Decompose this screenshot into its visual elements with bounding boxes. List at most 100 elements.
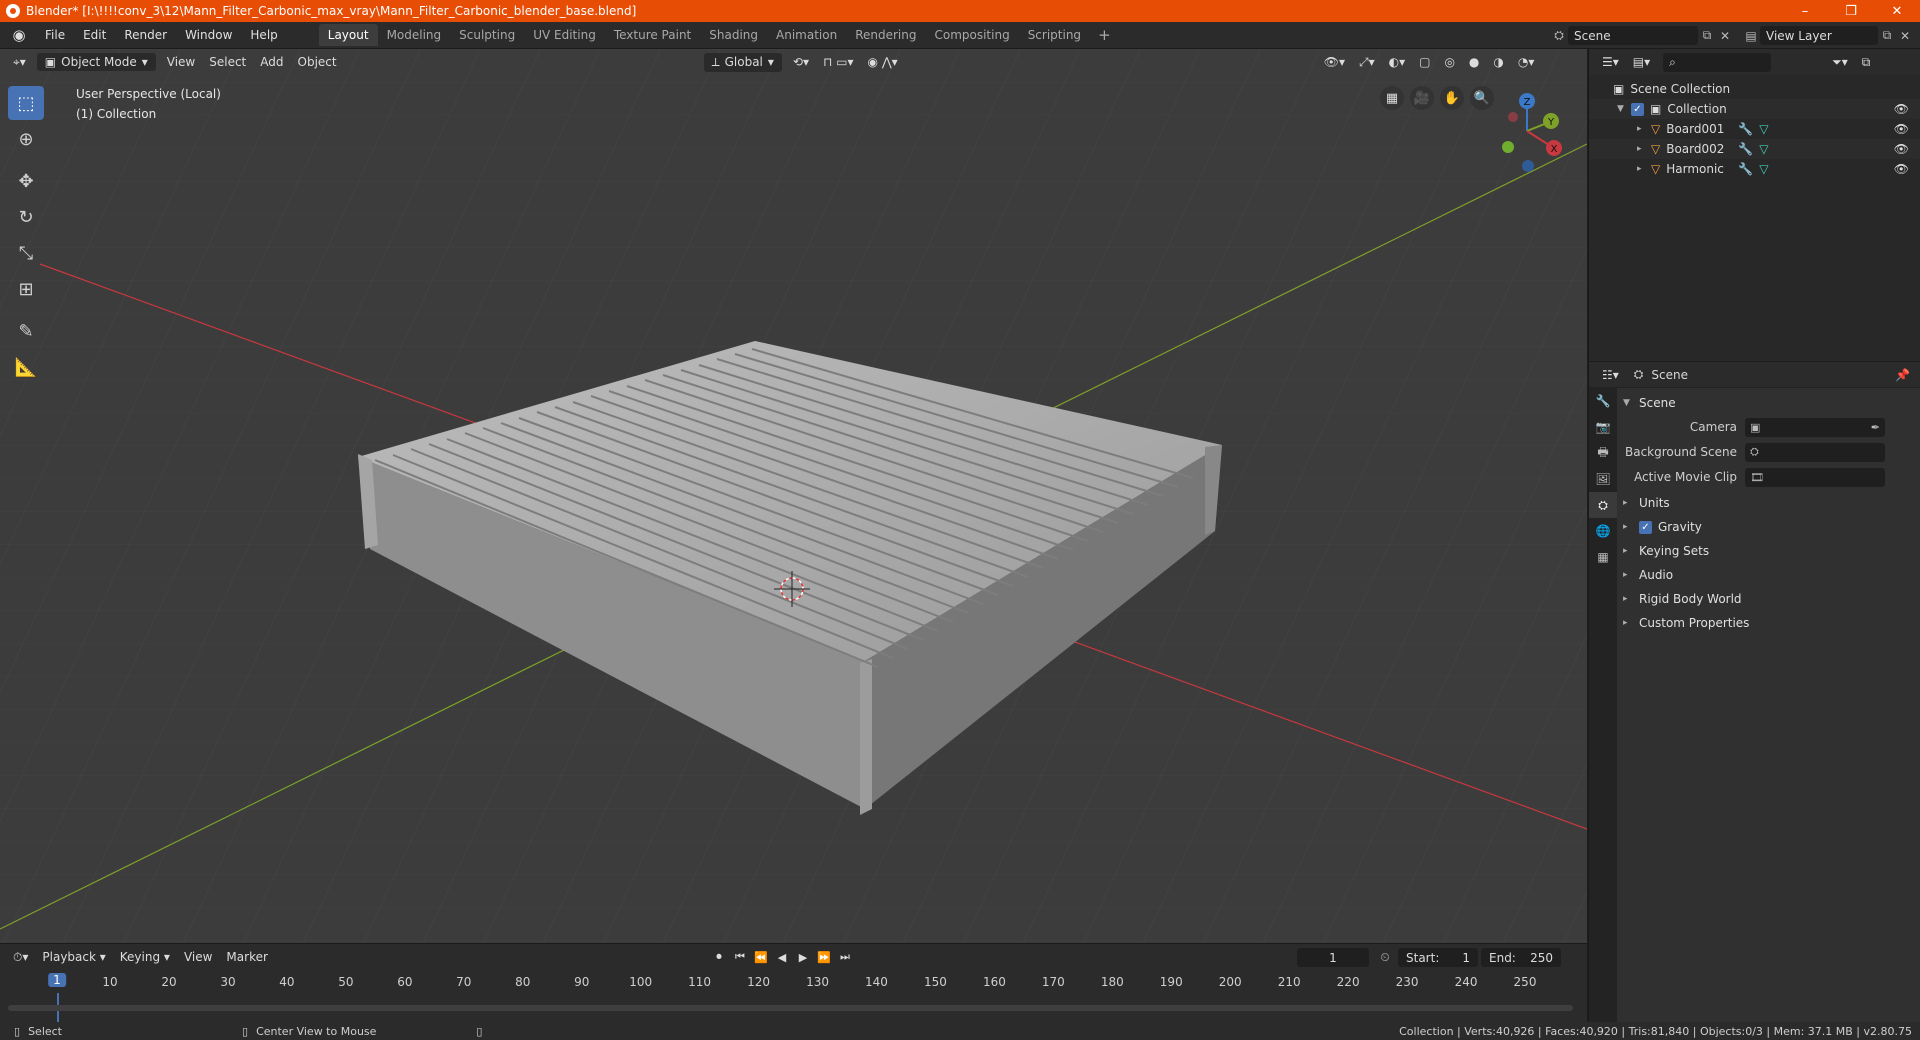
timeline-ruler[interactable]: 1 10 20 30 40 50 60 70 80 90 100 110 120 130 140 150 160… [0, 971, 1587, 995]
new-view-layer-icon[interactable]: ⧉ [1878, 27, 1896, 45]
camera-view-icon[interactable]: 🎥 [1410, 86, 1434, 110]
audio-panel-header[interactable]: ▸ Audio [1623, 564, 1673, 586]
tool-properties-tab-icon[interactable]: 🔧 [1589, 388, 1617, 414]
move-tool[interactable]: ✥ [8, 164, 44, 198]
outliner-row-scene-collection[interactable]: ▣ Scene Collection [1589, 79, 1920, 99]
scale-tool[interactable]: ⤡ [8, 236, 44, 270]
record-icon[interactable]: ⏺ [710, 948, 728, 966]
tab-layout[interactable]: Layout [318, 24, 378, 46]
add-workspace-button[interactable]: + [1090, 26, 1119, 44]
tab-compositing[interactable]: Compositing [925, 24, 1018, 46]
tab-animation[interactable]: Animation [767, 24, 846, 46]
camera-field[interactable]: ▣ ✒ [1745, 417, 1885, 437]
tab-shading[interactable]: Shading [700, 24, 767, 46]
editor-type-icon[interactable]: ⌖▾ [6, 53, 33, 72]
expand-triangle-icon[interactable]: ▼ [1617, 104, 1627, 114]
outliner-search-input[interactable]: ⌕ [1663, 52, 1772, 72]
rigid-body-world-panel-header[interactable]: ▸ Rigid Body World [1623, 588, 1742, 610]
jump-start-icon[interactable]: ⏮ [731, 948, 749, 966]
gizmo-toggle-icon[interactable]: ⤢▾ [1352, 53, 1382, 72]
maximize-button[interactable]: ❐ [1828, 0, 1874, 22]
expand-triangle-icon[interactable]: ▸ [1637, 124, 1647, 134]
play-icon[interactable]: ▶ [794, 948, 812, 966]
shading-material-icon[interactable]: ◑ [1486, 53, 1510, 71]
gravity-panel-header[interactable]: ▸ ✓ Gravity [1623, 516, 1702, 538]
prev-keyframe-icon[interactable]: ⏪ [752, 948, 770, 966]
render-properties-tab-icon[interactable]: 📷 [1589, 414, 1617, 440]
menu-file[interactable]: File [36, 28, 74, 42]
outliner-row-harmonic[interactable]: ▸ ▽ Harmonic 🔧 ▽ 👁 [1589, 159, 1920, 179]
outliner-editor-type-icon[interactable]: ☰▾ [1595, 53, 1626, 71]
close-button[interactable]: ✕ [1874, 0, 1920, 22]
display-mode-icon[interactable]: ▤▾ [1626, 53, 1657, 71]
world-properties-tab-icon[interactable]: 🌐 [1589, 518, 1617, 544]
minimize-button[interactable]: – [1782, 0, 1828, 22]
texture-properties-tab-icon[interactable]: ▦ [1589, 544, 1617, 570]
pivot-point-icon[interactable]: ⟲▾ [786, 53, 816, 71]
remove-view-layer-icon[interactable]: ✕ [1896, 27, 1914, 45]
snap-icon[interactable]: ⊓ ▭▾ [816, 53, 861, 71]
gravity-checkbox[interactable]: ✓ [1639, 520, 1652, 534]
outliner-row-board002[interactable]: ▸ ▽ Board002 🔧 ▽ 👁 [1589, 139, 1920, 159]
3d-viewport[interactable]: Z Y X [0, 49, 1587, 943]
tab-rendering[interactable]: Rendering [846, 24, 925, 46]
menu-playback[interactable]: Playback ▾ [35, 948, 112, 966]
menu-add[interactable]: Add [253, 53, 290, 71]
custom-properties-panel-header[interactable]: ▸ Custom Properties [1623, 612, 1749, 634]
eyedropper-icon[interactable]: ✒ [1871, 421, 1880, 434]
filter-icon[interactable]: ⏷▾ [1825, 53, 1855, 72]
menu-select[interactable]: Select [202, 53, 253, 71]
view-layer-properties-tab-icon[interactable]: 🖼 [1589, 466, 1617, 492]
xray-icon[interactable]: ▢ [1412, 53, 1437, 71]
tab-sculpting[interactable]: Sculpting [450, 24, 524, 46]
end-frame-field[interactable]: End: 250 [1481, 948, 1561, 967]
play-reverse-icon[interactable]: ◀ [773, 948, 791, 966]
scene-selector[interactable]: Scene [1568, 26, 1698, 45]
new-collection-icon[interactable]: ⧉ [1855, 53, 1878, 72]
menu-keying[interactable]: Keying ▾ [113, 948, 177, 966]
timeline-scrollbar[interactable] [8, 1005, 1573, 1011]
remove-scene-icon[interactable]: ✕ [1716, 27, 1734, 45]
eye-icon[interactable]: 👁 [1894, 142, 1909, 156]
units-panel-header[interactable]: ▸ Units [1623, 492, 1670, 514]
output-properties-tab-icon[interactable]: 🖶 [1589, 440, 1617, 466]
stopwatch-icon[interactable]: ⏲ [1376, 948, 1394, 966]
expand-triangle-icon[interactable]: ▸ [1637, 144, 1647, 154]
new-scene-icon[interactable]: ⧉ [1698, 27, 1716, 45]
scene-icon[interactable]: ⛭ [1550, 27, 1568, 45]
eye-icon[interactable]: 👁 [1894, 122, 1909, 136]
annotate-tool[interactable]: ✎ [8, 314, 44, 348]
shading-wireframe-icon[interactable]: ◎ [1437, 53, 1461, 71]
shading-rendered-icon[interactable]: ◔▾ [1511, 53, 1542, 71]
overlays-icon[interactable]: ◐▾ [1382, 53, 1413, 71]
eye-icon[interactable]: 👁 [1894, 102, 1909, 116]
tab-scripting[interactable]: Scripting [1019, 24, 1090, 46]
start-frame-field[interactable]: Start: 1 [1398, 948, 1478, 967]
collection-checkbox[interactable]: ✓ [1631, 102, 1644, 116]
keying-sets-panel-header[interactable]: ▸ Keying Sets [1623, 540, 1709, 562]
eye-icon[interactable]: 👁 [1894, 162, 1909, 176]
select-box-tool[interactable]: ⬚ [8, 86, 44, 120]
tab-uv-editing[interactable]: UV Editing [524, 24, 605, 46]
outliner-row-board001[interactable]: ▸ ▽ Board001 🔧 ▽ 👁 [1589, 119, 1920, 139]
toggle-camera-grid-icon[interactable]: ▦ [1380, 86, 1404, 110]
proportional-editing-icon[interactable]: ◉ ⋀▾ [861, 53, 905, 71]
measure-tool[interactable]: 📐 [8, 350, 44, 384]
transform-orientation-dropdown[interactable]: ⟂ Global ▾ [703, 52, 782, 72]
shading-solid-icon[interactable]: ● [1462, 53, 1486, 71]
blender-menu-icon[interactable]: ◉ [10, 26, 28, 44]
transform-tool[interactable]: ⊞ [8, 272, 44, 306]
properties-editor-type-icon[interactable]: ☷▾ [1595, 366, 1626, 384]
view-layer-selector[interactable]: View Layer [1760, 26, 1878, 45]
tab-modeling[interactable]: Modeling [378, 24, 451, 46]
rotate-tool[interactable]: ↻ [8, 200, 44, 234]
menu-view[interactable]: View [160, 53, 202, 71]
menu-timeline-view[interactable]: View [177, 948, 219, 966]
timeline-editor-type-icon[interactable]: ⏱▾ [6, 948, 35, 967]
menu-marker[interactable]: Marker [219, 948, 274, 966]
tab-texture-paint[interactable]: Texture Paint [605, 24, 700, 46]
menu-render[interactable]: Render [115, 28, 176, 42]
active-movie-clip-field[interactable]: 🎞 [1745, 467, 1885, 487]
background-scene-field[interactable]: ⛭ [1745, 442, 1885, 462]
pin-icon[interactable]: 📌 [1895, 368, 1910, 382]
